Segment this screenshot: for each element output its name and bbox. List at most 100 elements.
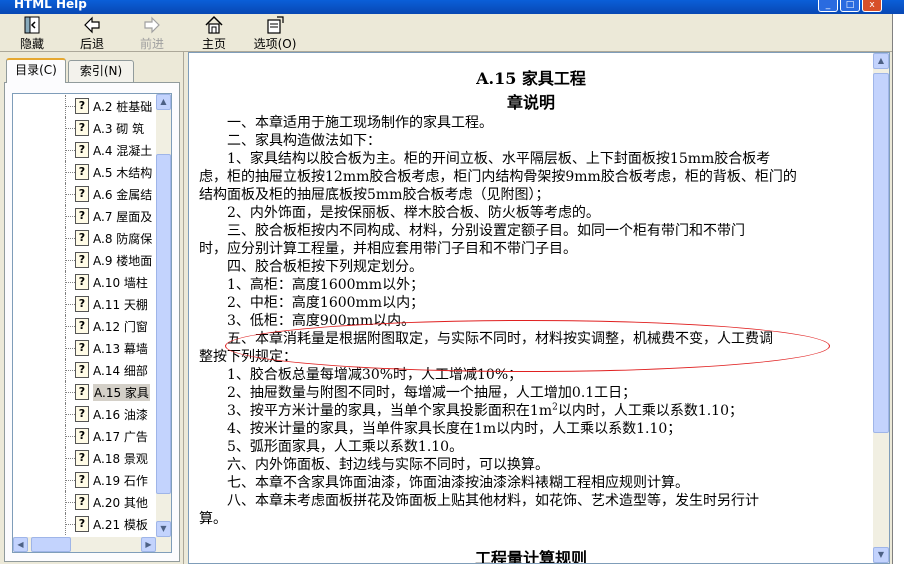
highlight-ellipse [225,320,830,372]
tree-item[interactable]: ? A.6 金属结 [13,183,161,205]
tree-item[interactable]: ? A.16 油漆 [13,403,161,425]
help-page-icon: ? [75,494,89,510]
maximize-button[interactable]: □ [840,0,860,12]
tree-scroll-thumb[interactable] [156,154,171,494]
help-page-icon: ? [75,516,89,532]
tree-item[interactable]: ? A.2 桩基础 [13,95,161,117]
tree-connector [65,524,75,525]
home-icon [205,15,223,34]
tree-item[interactable]: ? A.19 石作 [13,469,161,491]
chapter-title: A.15 家具工程 [476,69,586,88]
doc-line: 结构面板及柜的抽屉底板按5mm胶合板考虑（见附图）； [199,187,550,203]
tree-connector [65,326,75,327]
tree-item[interactable]: ? A.20 其他 [13,491,161,513]
tree-item[interactable]: ? A.9 楼地面 [13,249,161,271]
tree-item[interactable]: ? A.15 家具 [13,381,161,403]
doc-line: 虑，柜的抽屉立板按12mm胶合板考虑，柜门内结构骨架按9mm胶合板考虑，柜的背板… [199,169,797,185]
doc-line-part: 3、按平方米计量的家具，当单个家具投影面积在1m [227,403,553,419]
close-button[interactable]: x [862,0,882,12]
tree-item-label: A.8 防腐保 [93,232,153,246]
forward-button[interactable]: 前进 [134,15,170,51]
tree-connector [65,480,75,481]
tree-item-label: A.15 家具 [93,384,150,401]
tree-item[interactable]: ? A.17 广告 [13,425,161,447]
help-page-icon: ? [75,230,89,246]
doc-line: 一、本章适用于施工现场制作的家具工程。 [227,115,493,131]
help-page-icon: ? [75,362,89,378]
help-page-icon: ? [75,296,89,312]
tree-item[interactable]: ? A.21 模板 [13,513,161,535]
tree-connector [65,150,75,151]
tree-connector [65,172,75,173]
tree-item-label: A.7 屋面及 [93,210,153,224]
doc-line-part: 以内时，人工乘以系数1.10； [557,403,743,419]
tree-item[interactable]: ? A.11 天棚 [13,293,161,315]
tree-item-label: A.14 细部 [93,364,148,378]
tree-item[interactable]: ? A.14 细部 [13,359,161,381]
scroll-right-arrow-icon[interactable]: ▶ [141,537,156,552]
doc-line: 2、中柜：高度1600mm以内； [227,295,425,311]
scroll-up-arrow-icon[interactable]: ▲ [156,94,171,110]
tree-item[interactable]: ? A.4 混凝土 [13,139,161,161]
doc-line: 算。 [199,511,227,527]
help-page-icon: ? [75,120,89,136]
scroll-up-arrow-icon[interactable]: ▲ [873,53,889,69]
back-button[interactable]: 后退 [74,15,110,51]
tree-item-label: A.9 楼地面 [93,254,153,268]
hide-label: 隐藏 [19,37,44,51]
tree-connector [65,458,75,459]
tree-connector [65,304,75,305]
doc-line: 3、按平方米计量的家具，当单个家具投影面积在1m2以内时，人工乘以系数1.10； [227,403,887,421]
tree-item[interactable]: ? A.10 墙柱 [13,271,161,293]
doc-line: 4、按米计量的家具，当单件家具长度在1m以内时，人工乘以系数1.10； [227,421,682,437]
tree-item[interactable]: ? A.8 防腐保 [13,227,161,249]
hide-button[interactable]: 隐藏 [14,15,50,51]
help-page-icon: ? [75,340,89,356]
doc-line: 二、家具构造做法如下： [227,133,381,149]
window-edge [892,14,904,564]
doc-line: 1、家具结构以胶合板为主。柜的开间立板、水平隔层板、上下封面板按15mm胶合板考 [227,151,771,167]
options-button[interactable]: 选项(O) [250,15,300,51]
tree-connector [65,238,75,239]
tree-connector [65,392,75,393]
doc-line: 七、本章不含家具饰面油漆，饰面油漆按油漆涂料裱糊工程相应规则计算。 [227,475,689,491]
tree-item[interactable]: ? A.5 木结构 [13,161,161,183]
scroll-down-arrow-icon[interactable]: ▼ [873,547,889,563]
tab-index[interactable]: 索引(N) [68,60,134,82]
tab-contents[interactable]: 目录(C) [6,58,66,83]
help-page-icon: ? [75,252,89,268]
help-page-icon: ? [75,208,89,224]
tree-vertical-scrollbar[interactable]: ▲ ▼ [156,94,171,552]
scroll-down-arrow-icon[interactable]: ▼ [156,521,171,537]
tab-panel: ? A.2 桩基础? A.3 砌 筑? A.4 混凝土? A.5 木结构? A.6 金属结… [4,82,180,562]
tree-item[interactable]: ? A.18 景观 [13,447,161,469]
home-button[interactable]: 主页 [196,15,232,51]
help-page-icon: ? [75,472,89,488]
tree-item-label: A.18 景观 [93,452,148,466]
tree-item[interactable]: ? A.3 砌 筑 [13,117,161,139]
content-vertical-scrollbar[interactable]: ▲ ▼ [873,53,889,563]
help-window: HTML Help _ □ x 隐藏 后退 前进 主页 选项(O) 目录(C) … [0,0,904,564]
tree-connector [65,436,75,437]
contents-tree[interactable]: ? A.2 桩基础? A.3 砌 筑? A.4 混凝土? A.5 木结构? A.6 金属结… [12,93,172,553]
doc-line: 2、抽屉数量与附图不同时，每增减一个抽屉，人工增加0.1工日； [227,385,637,401]
tree-connector [65,282,75,283]
tree-item-label: A.2 桩基础 [93,100,153,114]
minimize-button[interactable]: _ [818,0,838,12]
tree-item-label: A.21 模板 [93,518,148,532]
tree-item[interactable]: ? A.7 屋面及 [13,205,161,227]
tree-horizontal-scrollbar[interactable]: ◀ ▶ [13,537,171,552]
content-scroll-thumb[interactable] [873,73,889,433]
tree-item[interactable]: ? A.12 门窗 [13,315,161,337]
tree-item-label: A.20 其他 [93,496,148,510]
tree-item[interactable]: ? A.13 幕墙 [13,337,161,359]
help-page-icon: ? [75,384,89,400]
tree-item-label: A.10 墙柱 [93,276,148,290]
doc-line: 1、高柜：高度1600mm以外； [227,277,425,293]
tree-item-label: A.17 广告 [93,430,148,444]
navigation-pane: 目录(C) 索引(N) ? A.2 桩基础? A.3 砌 筑? A.4 混凝土? A.5… [0,52,184,564]
topic-content-pane: A.15 家具工程 章说明 一、本章适用于施工现场制作的家具工程。 二、家具构造… [188,52,890,564]
scroll-left-arrow-icon[interactable]: ◀ [13,537,28,552]
tree-hscroll-thumb[interactable] [31,537,71,552]
title-bar[interactable]: HTML Help _ □ x [0,0,904,14]
